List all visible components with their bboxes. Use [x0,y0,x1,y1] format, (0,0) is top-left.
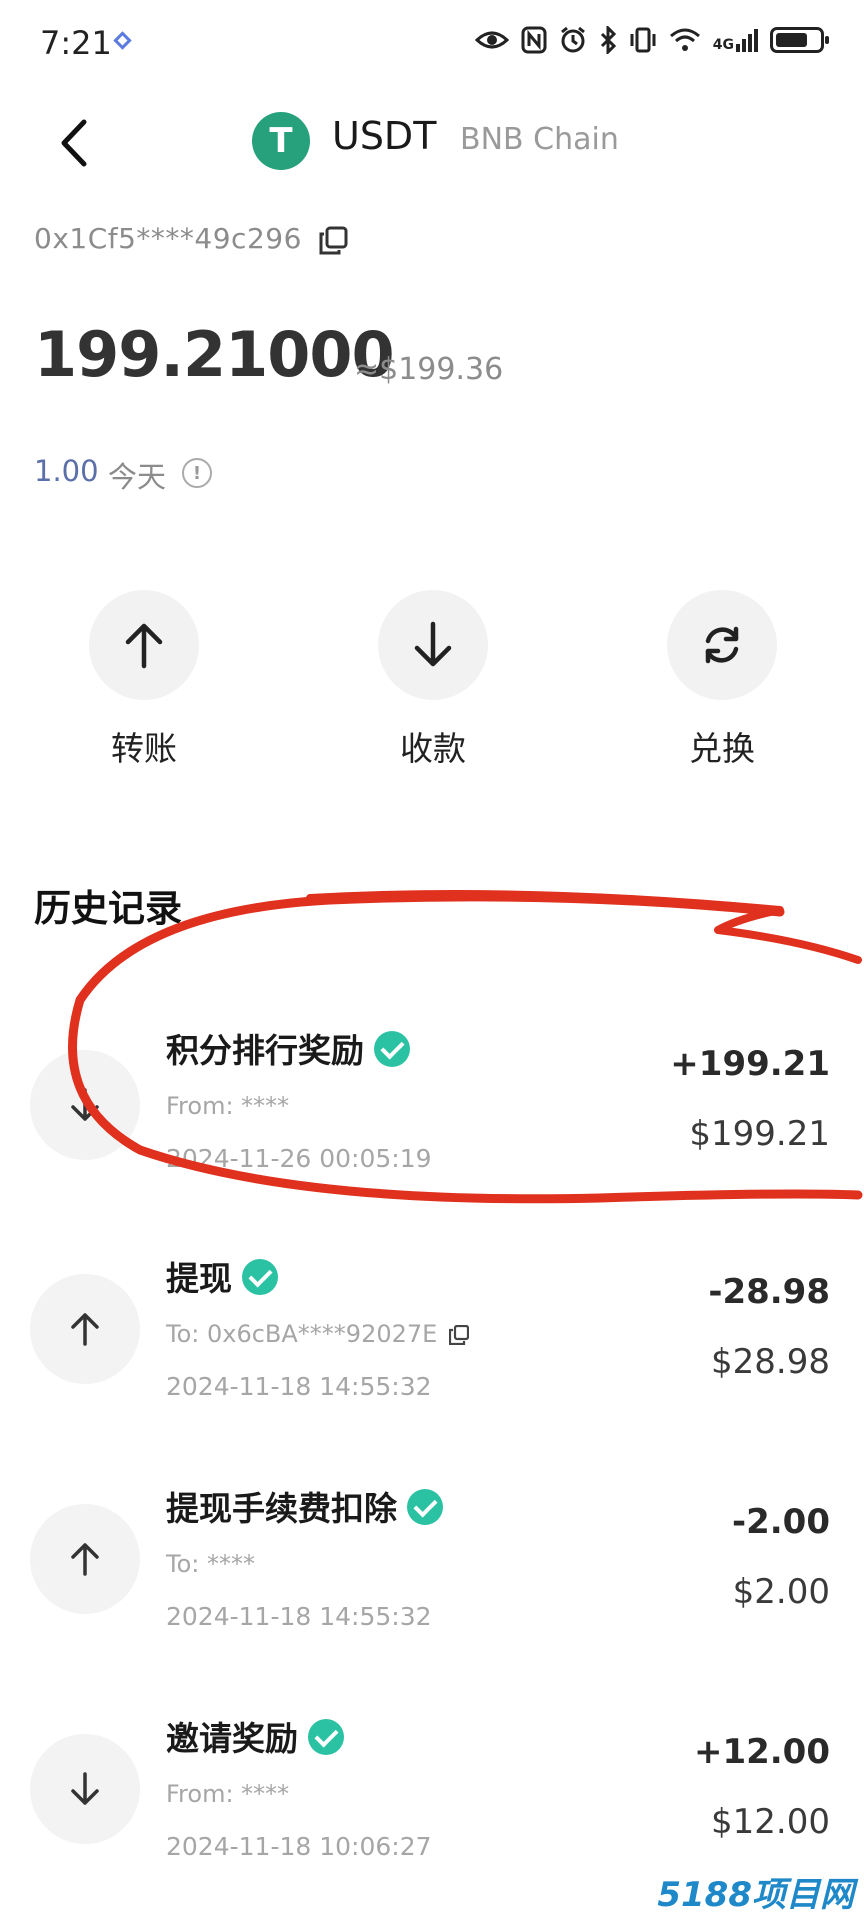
transaction-title-text: 积分排行奖励 [166,1031,364,1070]
transaction-title-text: 提现手续费扣除 [166,1489,397,1528]
transaction-title: 邀请奖励 [166,1712,344,1760]
arrow-up-icon [71,1543,99,1576]
wallet-address: 0x1Cf5****49c296 [34,222,302,255]
status-icons: 4G [474,26,829,54]
eye-icon [474,31,509,49]
balance-usd: ≈$199.36 [354,352,504,387]
arrow-up-icon [125,623,163,669]
status-time: 7:21 [40,24,112,62]
arrow-up-icon [71,1313,99,1346]
transfer-action[interactable]: 转账 [84,590,204,770]
swap-action[interactable]: 兑换 [662,590,782,770]
outgoing-icon [30,1274,140,1384]
nfc-icon [521,26,547,54]
transaction-amount: +12.00 [693,1732,830,1772]
transaction-time: 2024-11-18 10:06:27 [166,1832,432,1861]
copy-icon[interactable] [449,1325,470,1345]
watermark: 5188项目网 [657,1875,854,1915]
transaction-title-text: 提现 [166,1259,232,1298]
back-button[interactable] [54,116,94,170]
transfer-button[interactable] [89,590,199,700]
transaction-row[interactable]: 提现手续费扣除 To: **** 2024-11-18 14:55:32 -2.… [0,1470,864,1700]
transaction-amount: -28.98 [708,1272,830,1312]
receive-label: 收款 [400,729,466,768]
transaction-usd: $12.00 [711,1802,830,1842]
bluetooth-icon [600,26,616,54]
transaction-usd: $199.21 [689,1114,830,1154]
swap-label: 兑换 [689,729,755,768]
today-change-value: 1.00 [34,454,99,488]
transfer-label: 转账 [111,729,177,768]
signal-4g-icon: 4G [712,28,758,53]
today-change-label: 今天 [108,460,167,494]
transaction-party: From: **** [166,1780,290,1808]
incoming-icon [30,1050,140,1160]
arrow-down-icon [71,1772,99,1805]
transaction-title-text: 邀请奖励 [166,1719,298,1758]
history-title: 历史记录 [34,887,182,930]
receive-button[interactable] [378,590,488,700]
transaction-time: 2024-11-18 14:55:32 [166,1602,432,1631]
wifi-icon [669,28,700,51]
network-label: 4G [712,36,734,53]
alarm-icon [560,26,585,53]
transaction-title: 提现手续费扣除 [166,1482,443,1530]
transaction-amount: -2.00 [732,1502,830,1542]
token-balance: 199.21000 [34,318,395,391]
incoming-icon [30,1734,140,1844]
transaction-title: 提现 [166,1252,278,1300]
verified-check-icon [308,1719,344,1755]
battery-icon [770,27,829,53]
token-symbol: USDT [332,114,437,158]
transaction-amount: +199.21 [670,1044,830,1084]
transaction-row[interactable]: 积分排行奖励 From: **** 2024-11-26 00:05:19 +1… [0,1010,864,1240]
verified-check-icon [374,1031,410,1067]
arrow-down-icon [414,621,452,667]
app-notification-icon [113,31,132,50]
receive-action[interactable]: 收款 [373,590,493,770]
transaction-party: From: **** [166,1092,290,1120]
swap-button[interactable] [667,590,777,700]
transaction-party: To: 0x6cBA****92027E [166,1320,470,1348]
swap-icon [705,626,739,664]
transaction-time: 2024-11-18 14:55:32 [166,1372,432,1401]
copy-address-button[interactable] [318,226,348,256]
transaction-title: 积分排行奖励 [166,1024,410,1072]
transaction-time: 2024-11-26 00:05:19 [166,1144,432,1173]
transaction-usd: $2.00 [732,1572,830,1612]
verified-check-icon [242,1259,278,1295]
outgoing-icon [30,1504,140,1614]
token-chain: BNB Chain [460,122,619,157]
arrow-down-icon [71,1088,99,1121]
usdt-token-icon: T [252,112,310,170]
transaction-party: To: **** [166,1550,255,1578]
transaction-party-text: To: 0x6cBA****92027E [166,1320,438,1348]
transaction-usd: $28.98 [711,1342,830,1382]
info-icon[interactable]: ! [182,458,212,488]
transaction-row[interactable]: 提现 To: 0x6cBA****92027E 2024-11-18 14:55… [0,1240,864,1470]
verified-check-icon [407,1489,443,1525]
vibrate-icon [630,27,656,53]
